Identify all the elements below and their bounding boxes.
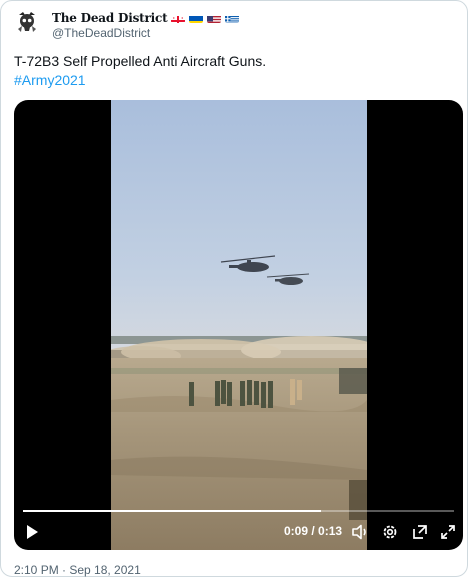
author-name-line: The Dead District: [52, 9, 240, 27]
video-progress-fill: [23, 510, 322, 512]
usa-flag-icon: [207, 13, 222, 23]
fullscreen-icon[interactable]: [438, 522, 458, 542]
tweet-timestamp[interactable]: 2:10 PM · Sep 18, 2021: [14, 563, 141, 577]
hashtag-link[interactable]: #Army2021: [14, 71, 86, 90]
author-handle[interactable]: @TheDeadDistrict: [52, 26, 150, 40]
author-display-name[interactable]: The Dead District: [52, 11, 168, 25]
volume-icon[interactable]: [350, 522, 370, 542]
tweet-text: T-72B3 Self Propelled Anti Aircraft Guns…: [14, 53, 267, 69]
video-controls: 0:09 / 0:13: [14, 518, 463, 546]
georgia-flag-icon: [171, 13, 186, 23]
video-progress-bar[interactable]: [23, 510, 454, 512]
ukraine-flag-icon: [189, 13, 204, 23]
video-player[interactable]: 0:09 / 0:13: [14, 100, 463, 550]
video-frame[interactable]: [111, 100, 367, 550]
play-icon[interactable]: [22, 522, 42, 542]
settings-gear-icon[interactable]: [380, 522, 400, 542]
popout-icon[interactable]: [410, 522, 430, 542]
skull-avatar-icon[interactable]: [14, 9, 40, 35]
tweet-card[interactable]: The Dead District @TheDeadDistrict T-72B…: [0, 0, 468, 577]
video-time-display: 0:09 / 0:13: [284, 524, 343, 538]
greece-flag-icon: [225, 13, 240, 23]
